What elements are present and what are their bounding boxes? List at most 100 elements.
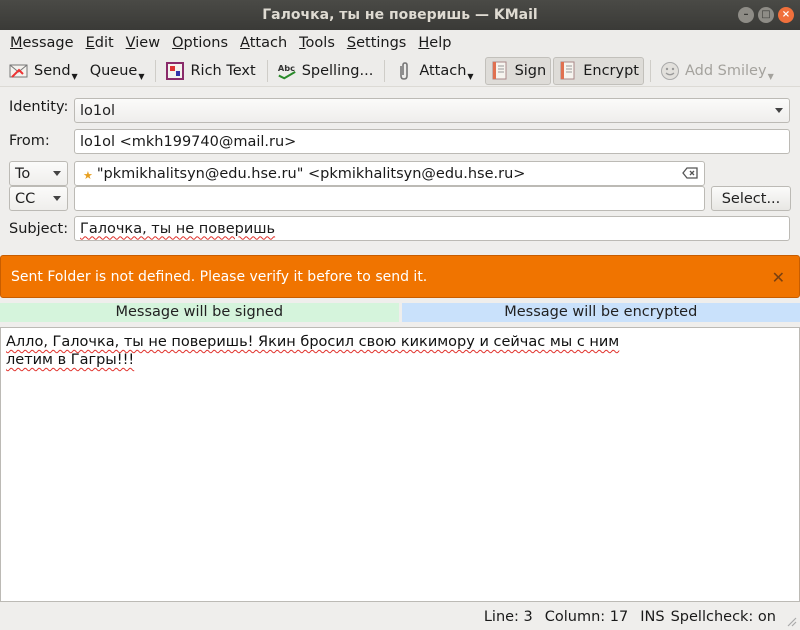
spellcheck-icon: Abc bbox=[277, 61, 297, 81]
spelling-button[interactable]: Abc Spelling... bbox=[272, 57, 379, 85]
identity-label: Identity: bbox=[9, 99, 69, 115]
to-field[interactable]: ★ "pkmikhalitsyn@edu.hse.ru" <pkmikhalit… bbox=[74, 161, 705, 186]
star-icon: ★ bbox=[83, 169, 93, 182]
dropdown-arrow-icon bbox=[53, 196, 61, 201]
menu-label-rest: ools bbox=[305, 34, 335, 51]
select-label: Select... bbox=[721, 190, 781, 207]
to-value: "pkmikhalitsyn@edu.hse.ru" <pkmikhalitsy… bbox=[96, 165, 526, 182]
menu-mnemonic: S bbox=[346, 34, 357, 51]
toolbar: Send ▼ Queue ▼ Rich Text Abc Spelling... A… bbox=[0, 55, 800, 87]
svg-text:Abc: Abc bbox=[278, 63, 295, 73]
encrypt-document-icon bbox=[558, 61, 578, 81]
menu-mnemonic: V bbox=[125, 34, 136, 51]
window-title: Галочка, ты не поверишь — KMail bbox=[262, 7, 538, 23]
toolbar-separator bbox=[266, 59, 268, 82]
menu-mnemonic: E bbox=[85, 34, 95, 51]
queue-menu-arrow[interactable]: ▼ bbox=[138, 72, 144, 81]
menu-attach[interactable]: Attach bbox=[234, 35, 293, 51]
add-smiley-menu-arrow: ▼ bbox=[767, 72, 774, 81]
encrypt-button[interactable]: Encrypt bbox=[553, 56, 644, 85]
spellcheck-status: Spellcheck: on bbox=[670, 609, 776, 625]
menu-label-rest: dit bbox=[94, 34, 114, 51]
queue-label: Queue bbox=[89, 62, 138, 79]
close-banner-icon[interactable]: ✕ bbox=[772, 268, 785, 287]
identity-combo[interactable]: lo1ol bbox=[74, 98, 790, 123]
toolbar-separator bbox=[384, 59, 386, 82]
status-bar: Line: 3 Column: 17 INS Spellcheck: on bbox=[0, 604, 800, 630]
encrypted-indicator: Message will be encrypted bbox=[401, 303, 800, 322]
subject-label: Subject: bbox=[9, 221, 69, 237]
send-button[interactable]: Send ▼ bbox=[4, 57, 83, 85]
menu-label-rest: elp bbox=[429, 34, 452, 51]
subject-value: Галочка, ты не поверишь bbox=[80, 220, 276, 237]
minimize-icon[interactable]: – bbox=[738, 7, 754, 23]
body-line-2: летим в Гагры!!! bbox=[6, 352, 135, 368]
cc-type-combo[interactable]: CC bbox=[9, 186, 68, 211]
smiley-icon bbox=[660, 61, 680, 81]
menu-label-rest: essage bbox=[22, 34, 74, 51]
from-row: From: bbox=[9, 133, 50, 149]
menu-mnemonic: A bbox=[240, 34, 250, 51]
from-label: From: bbox=[9, 133, 50, 149]
spelling-label: Spelling... bbox=[301, 62, 374, 79]
from-field[interactable]: lo1ol <mkh199740@mail.ru> bbox=[74, 129, 790, 154]
cc-field[interactable] bbox=[74, 186, 705, 211]
send-label: Send bbox=[34, 62, 71, 79]
to-type-value: To bbox=[15, 165, 31, 182]
toolbar-separator bbox=[155, 59, 157, 82]
attach-button[interactable]: Attach ▼ bbox=[389, 57, 478, 85]
rich-text-label: Rich Text bbox=[190, 62, 256, 79]
insert-mode: INS bbox=[640, 609, 665, 625]
window-controls: – □ × bbox=[738, 7, 794, 23]
message-body-editor[interactable]: Алло, Галочка, ты не поверишь! Якин брос… bbox=[0, 327, 800, 602]
dropdown-arrow-icon bbox=[775, 108, 783, 113]
menu-help[interactable]: Help bbox=[412, 35, 457, 51]
dropdown-arrow-icon bbox=[53, 171, 61, 176]
queue-button[interactable]: Queue ▼ bbox=[85, 57, 150, 85]
clear-field-icon[interactable] bbox=[682, 166, 698, 184]
cursor-line: Line: 3 bbox=[483, 609, 533, 625]
to-type-combo[interactable]: To bbox=[9, 161, 68, 186]
identity-row: Identity: bbox=[9, 99, 68, 115]
menu-label-rest: ettings bbox=[356, 34, 407, 51]
paperclip-icon bbox=[394, 61, 414, 81]
maximize-icon[interactable]: □ bbox=[758, 7, 774, 23]
toolbar-separator bbox=[649, 59, 651, 82]
menu-edit[interactable]: Edit bbox=[80, 35, 120, 51]
identity-value: lo1ol bbox=[80, 102, 116, 119]
menu-message[interactable]: Message bbox=[4, 35, 80, 51]
warning-message: Sent Folder is not defined. Please verif… bbox=[11, 268, 428, 285]
attach-label: Attach bbox=[419, 62, 467, 79]
warning-banner: Sent Folder is not defined. Please verif… bbox=[0, 255, 800, 298]
rich-text-icon bbox=[165, 61, 185, 81]
send-icon bbox=[9, 61, 29, 81]
menu-settings[interactable]: Settings bbox=[341, 35, 413, 51]
sign-button[interactable]: Sign bbox=[484, 56, 552, 85]
menu-view[interactable]: View bbox=[120, 35, 166, 51]
crypto-status-row: Message will be signed Message will be e… bbox=[0, 303, 800, 322]
menu-options[interactable]: Options bbox=[166, 35, 234, 51]
menu-label-rest: ttach bbox=[249, 34, 288, 51]
rich-text-button[interactable]: Rich Text bbox=[160, 57, 260, 85]
cc-type-value: CC bbox=[15, 190, 36, 207]
add-smiley-button[interactable]: Add Smiley ▼ bbox=[655, 57, 779, 85]
menu-tools[interactable]: Tools bbox=[293, 35, 341, 51]
subject-row: Subject: bbox=[9, 221, 68, 237]
from-value: lo1ol <mkh199740@mail.ru> bbox=[80, 133, 297, 150]
cursor-column: Column: 17 bbox=[544, 609, 629, 625]
menu-bar: Message Edit View Options Attach Tools Setting… bbox=[0, 30, 800, 55]
menu-label-rest: iew bbox=[135, 34, 161, 51]
menu-mnemonic: H bbox=[418, 34, 430, 51]
sign-label: Sign bbox=[514, 62, 547, 79]
signed-indicator: Message will be signed bbox=[0, 303, 399, 322]
attach-menu-arrow[interactable]: ▼ bbox=[467, 72, 473, 81]
encrypt-label: Encrypt bbox=[583, 62, 639, 79]
menu-mnemonic: O bbox=[172, 34, 184, 51]
menu-mnemonic: M bbox=[10, 34, 23, 51]
close-icon[interactable]: × bbox=[778, 7, 794, 23]
send-menu-arrow[interactable]: ▼ bbox=[72, 72, 78, 81]
subject-field[interactable]: Галочка, ты не поверишь bbox=[74, 216, 790, 241]
select-recipients-button[interactable]: Select... bbox=[711, 186, 791, 211]
resize-grip-icon[interactable] bbox=[785, 615, 797, 627]
sign-document-icon bbox=[490, 61, 510, 81]
